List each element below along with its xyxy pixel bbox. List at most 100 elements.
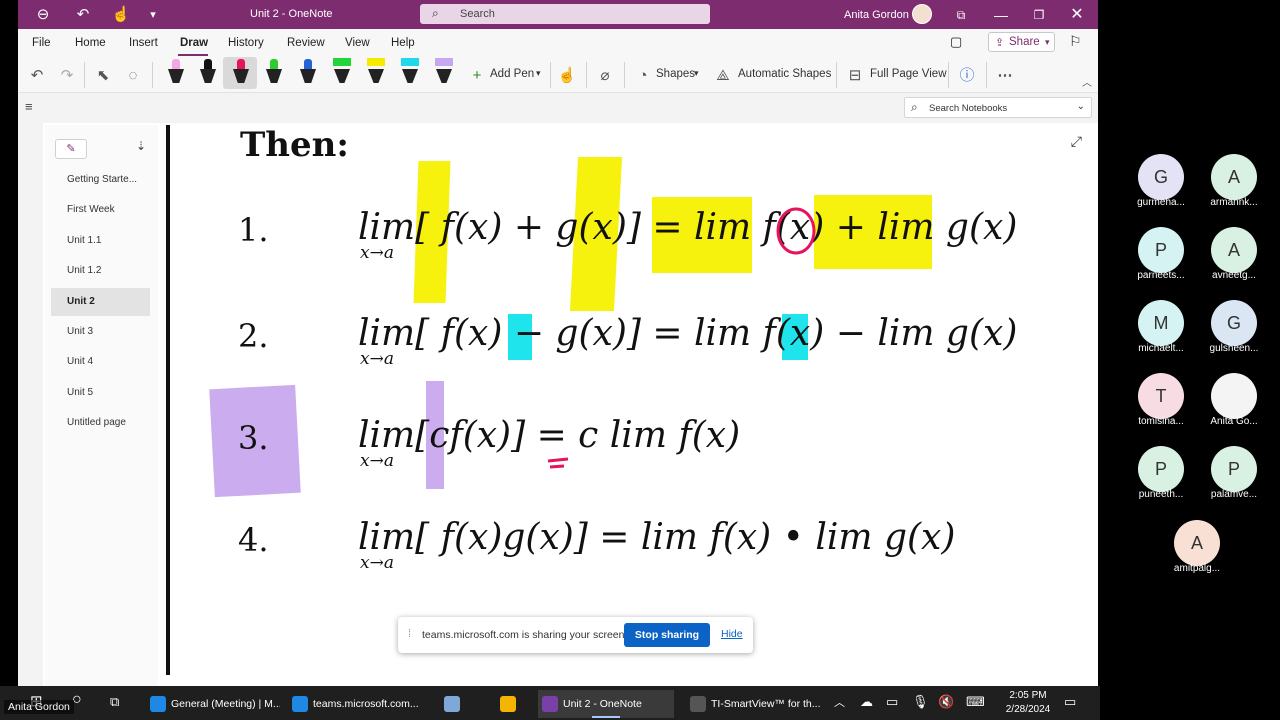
full-page-icon[interactable]: ⊟ — [844, 65, 866, 87]
participant-tile[interactable]: Aarmannk... — [1193, 154, 1273, 216]
help-icon[interactable]: ⓘ — [956, 65, 978, 87]
search-box[interactable]: ⌕ Search — [420, 4, 710, 24]
shapes-icon[interactable]: ◔ — [632, 65, 654, 87]
participant-tile[interactable]: Ggurmeha... — [1120, 154, 1200, 216]
add-pen-icon[interactable]: + — [466, 65, 488, 87]
keyboard-icon[interactable]: ⌨ — [966, 694, 985, 710]
hide-link[interactable]: Hide — [721, 628, 743, 640]
lasso-icon[interactable]: ◌ — [122, 65, 144, 87]
participant-tile[interactable]: Ppuneeth... — [1120, 446, 1200, 508]
restore-icon[interactable]: ❐ — [1026, 5, 1052, 25]
sort-icon[interactable]: ⇣ — [131, 139, 151, 159]
navigation-toggle-icon[interactable]: ≡ — [25, 99, 33, 114]
feedback-icon[interactable]: ⚐ — [1069, 33, 1082, 50]
page-item[interactable]: Unit 5 — [51, 379, 150, 407]
auto-shapes-icon[interactable]: ⟁ — [712, 65, 734, 87]
microphone-icon[interactable]: 🎙 — [912, 694, 929, 710]
minimize-icon[interactable]: — — [988, 5, 1014, 25]
page-canvas[interactable]: ⤢ Then: 1. lim[ f(x) + g(x)] = lim f(x) … — [158, 125, 1090, 675]
customize-toolbar-icon[interactable]: ▾ — [142, 4, 164, 26]
add-page-button[interactable]: ✎ — [55, 139, 87, 159]
menu-home[interactable]: Home — [75, 37, 106, 49]
auto-shapes-label[interactable]: Automatic Shapes — [738, 68, 831, 80]
menu-review[interactable]: Review — [287, 37, 325, 49]
undo-title-icon[interactable]: ↶ — [72, 4, 94, 26]
menu-view[interactable]: View — [345, 37, 370, 49]
participant-tile[interactable]: Anita Go... — [1193, 373, 1273, 435]
user-name[interactable]: Anita Gordon — [844, 9, 909, 21]
share-icon: ⇪ — [995, 37, 1005, 49]
participant-tile[interactable]: Aavneetg... — [1193, 227, 1273, 289]
page-item[interactable]: Untitled page — [51, 409, 150, 437]
page-item[interactable]: Unit 2 — [51, 287, 150, 316]
taskbar-app[interactable]: teams.microsoft.com... — [288, 690, 424, 718]
taskbar-app[interactable] — [440, 690, 470, 718]
participant-tile[interactable]: Pparneets... — [1120, 227, 1200, 289]
separator — [84, 62, 85, 88]
sticky-notes-icon[interactable]: ▢ — [950, 34, 962, 50]
page-item[interactable]: First Week — [51, 196, 150, 224]
menu-help[interactable]: Help — [391, 37, 415, 49]
participant-tile[interactable]: Ttomisina... — [1120, 373, 1200, 435]
participant-tile[interactable]: Ggulsheen... — [1193, 300, 1273, 362]
taskbar-app[interactable]: Unit 2 - OneNote — [538, 690, 674, 718]
chevron-down-icon[interactable]: ⌄ — [1077, 101, 1085, 112]
user-avatar[interactable] — [912, 4, 932, 24]
full-page-label[interactable]: Full Page View — [870, 68, 947, 80]
notifications-icon[interactable]: ▭ — [1064, 694, 1076, 710]
pen-2[interactable] — [198, 57, 218, 87]
pen-tip — [304, 59, 312, 69]
page-item[interactable]: Unit 1.2 — [51, 257, 150, 285]
page-item[interactable]: Unit 3 — [51, 318, 150, 346]
close-icon[interactable]: ✕ — [1064, 5, 1090, 25]
onenote-window: ⊖ ↶ ☝ ▾ Unit 2 - OneNote ⌕ Search Anita … — [18, 0, 1098, 686]
menu-file[interactable]: File — [32, 37, 51, 49]
touch-mode-icon[interactable]: ☝ — [110, 4, 132, 26]
page-item[interactable]: Unit 1.1 — [51, 227, 150, 255]
highlighter-6[interactable] — [332, 57, 352, 87]
menu-draw[interactable]: Draw — [180, 37, 208, 49]
select-icon[interactable]: ⬉ — [92, 65, 114, 87]
page-item[interactable]: Getting Starte... — [51, 166, 150, 194]
stop-sharing-button[interactable]: Stop sharing — [624, 623, 710, 647]
pen-4[interactable] — [264, 57, 284, 87]
pen-3[interactable] — [231, 57, 251, 87]
pen-5[interactable] — [298, 57, 318, 87]
system-clock[interactable]: 2:05 PM 2/28/2024 — [998, 689, 1058, 717]
back-icon[interactable]: ⊖ — [32, 4, 54, 26]
battery-icon[interactable]: ▭ — [886, 694, 898, 710]
search-notebooks-field[interactable]: ⌕ Search Notebooks ⌄ — [904, 97, 1092, 118]
highlighter-8[interactable] — [400, 57, 420, 87]
taskbar-app[interactable]: General (Meeting) | M... — [146, 690, 280, 718]
shapes-label[interactable]: Shapes — [656, 68, 695, 80]
taskbar-app[interactable] — [496, 690, 526, 718]
highlighter-7[interactable] — [366, 57, 386, 87]
taskbar-app[interactable]: TI-SmartView™ for th... — [686, 690, 822, 718]
ruler-icon[interactable]: ⌀ — [594, 65, 616, 87]
more-options-icon[interactable]: ⋯ — [994, 65, 1016, 87]
volume-icon[interactable]: 🔇 — [938, 694, 954, 710]
drag-handle-icon[interactable]: ⁞ — [408, 628, 411, 640]
left-gutter — [18, 123, 43, 686]
share-button[interactable]: ⇪ Share ▾ — [988, 32, 1055, 52]
show-hidden-icons[interactable]: ︿ — [834, 694, 845, 710]
participant-tile[interactable]: Aamitpalg... — [1156, 520, 1236, 582]
menu-history[interactable]: History — [228, 37, 264, 49]
onedrive-icon[interactable]: ☁ — [860, 694, 873, 710]
redo-icon[interactable]: ↷ — [56, 65, 78, 87]
red-circle-mark — [776, 207, 816, 255]
collapse-ribbon-icon[interactable]: ︿ — [1076, 73, 1098, 95]
add-pen-label[interactable]: Add Pen — [490, 68, 534, 80]
ink-to-text-icon[interactable]: ☝ — [556, 65, 578, 87]
page-item[interactable]: Unit 4 — [51, 348, 150, 376]
participant-avatar: M — [1138, 300, 1184, 346]
participant-tile[interactable]: Ppalamve... — [1193, 446, 1273, 508]
task-view-icon[interactable]: ⧉ — [110, 694, 119, 710]
participant-tile[interactable]: Mmichaelt... — [1120, 300, 1200, 362]
highlighter-9[interactable] — [434, 57, 454, 87]
menu-insert[interactable]: Insert — [129, 37, 158, 49]
ribbon-display-icon[interactable]: ⧉ — [948, 5, 974, 25]
pen-body — [334, 69, 350, 83]
undo-icon[interactable]: ↶ — [26, 65, 48, 87]
pen-1[interactable] — [166, 57, 186, 87]
